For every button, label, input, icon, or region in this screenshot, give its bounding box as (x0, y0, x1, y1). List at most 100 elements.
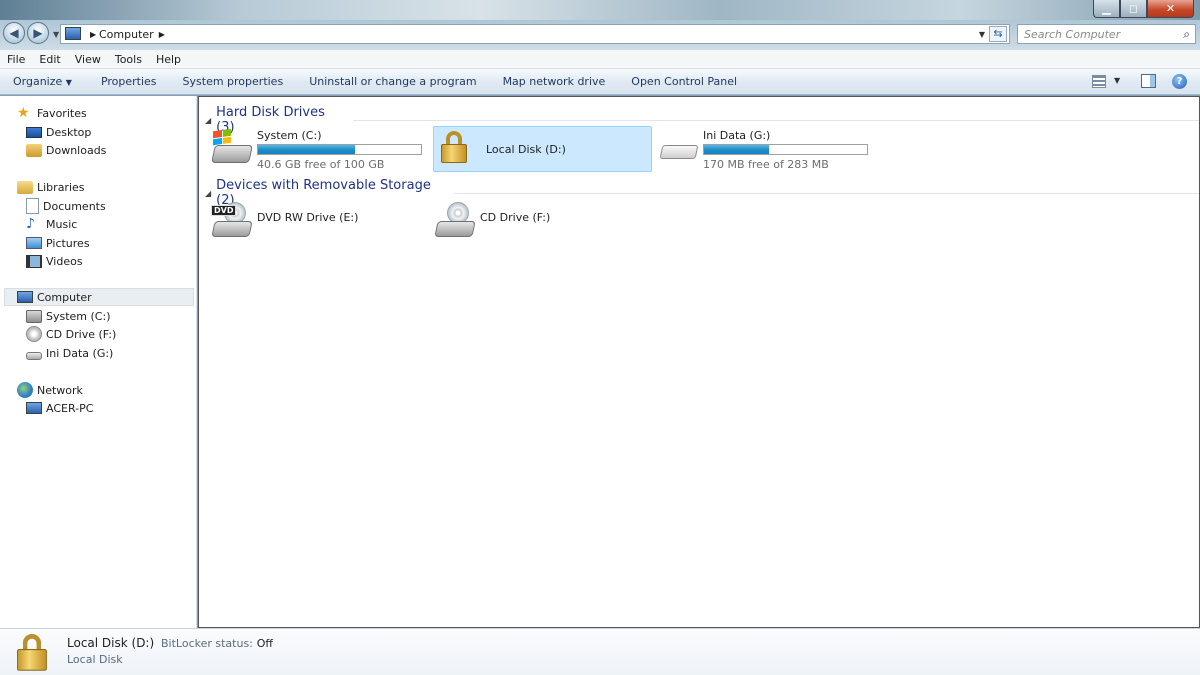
menu-tools[interactable]: Tools (108, 53, 149, 66)
drive-cd-f[interactable]: CD Drive (F:) (434, 201, 649, 245)
sidebar-item-music[interactable]: ♪ Music (26, 215, 77, 233)
sidebar-item-cd-drive-f[interactable]: CD Drive (F:) (26, 325, 116, 343)
lock-icon (17, 634, 47, 671)
minimize-icon: ▁ (1102, 2, 1111, 15)
drive-name: CD Drive (F:) (480, 211, 551, 224)
drive-name: Ini Data (G:) (703, 129, 771, 142)
sidebar-item-system-c[interactable]: System (C:) (26, 307, 111, 325)
back-button[interactable]: ◀ (3, 22, 25, 44)
sidebar-item-desktop[interactable]: Desktop (26, 123, 91, 141)
command-bar: Organize ▼ Properties System properties … (0, 69, 1200, 95)
sidebar-item-libraries[interactable]: Libraries (17, 178, 85, 196)
drive-free-space: 170 MB free of 283 MB (703, 158, 829, 171)
sidebar-label: Videos (46, 254, 83, 268)
pictures-icon (26, 237, 42, 249)
videos-icon (26, 254, 42, 268)
organize-button[interactable]: Organize ▼ (0, 75, 88, 88)
dvd-badge: DVD (211, 205, 237, 216)
preview-pane-icon[interactable] (1141, 74, 1156, 88)
minimize-button[interactable]: ▁ (1093, 0, 1120, 18)
back-arrow-icon: ◀ (9, 26, 19, 40)
cd-drive-icon (26, 326, 42, 342)
collapse-triangle-icon[interactable]: ◢ (205, 116, 211, 125)
breadcrumb-computer[interactable]: Computer (99, 28, 154, 41)
menu-edit[interactable]: Edit (32, 53, 67, 66)
downloads-icon (26, 143, 42, 157)
libraries-icon (17, 180, 33, 194)
search-input[interactable]: Search Computer ⌕ (1017, 24, 1196, 44)
window-titlebar[interactable]: ▁ ◻ ✕ ◀ ▶ ▼ ▶ Computer ▶ ▼ ⇆ Search Comp… (0, 0, 1200, 50)
system-properties-button[interactable]: System properties (170, 75, 297, 88)
address-bar[interactable]: ▼ ▶ Computer ▶ ▼ ⇆ (53, 24, 1010, 44)
sidebar-item-pictures[interactable]: Pictures (26, 234, 90, 252)
forward-button[interactable]: ▶ (27, 22, 49, 44)
hard-drive-icon (657, 127, 699, 167)
refresh-icon[interactable]: ⇆ (989, 26, 1007, 42)
computer-icon (26, 402, 42, 414)
windows-logo-icon (213, 128, 231, 146)
sidebar-item-acer-pc[interactable]: ACER-PC (26, 399, 93, 417)
computer-icon (65, 27, 81, 40)
drive-free-space: 40.6 GB free of 100 GB (257, 158, 385, 171)
uninstall-program-button[interactable]: Uninstall or change a program (296, 75, 489, 88)
sidebar-label: Libraries (37, 180, 85, 194)
recent-pages-dropdown-icon[interactable]: ▼ (53, 30, 59, 39)
close-icon: ✕ (1165, 2, 1176, 15)
help-icon[interactable]: ? (1172, 74, 1187, 89)
sidebar-label: Documents (43, 199, 106, 213)
sidebar-item-computer[interactable]: Computer (4, 288, 194, 306)
drive-local-disk-d[interactable]: Local Disk (D:) (433, 126, 652, 172)
sidebar-item-favorites[interactable]: ★ Favorites (17, 104, 87, 122)
menu-file[interactable]: File (0, 53, 32, 66)
search-icon[interactable]: ⌕ (1183, 27, 1190, 42)
details-bitlocker-value: Off (256, 637, 273, 650)
menu-help[interactable]: Help (149, 53, 188, 66)
details-bitlocker-label: BitLocker status: (160, 637, 253, 650)
sidebar-item-videos[interactable]: Videos (26, 252, 83, 270)
group-divider (353, 119, 1199, 121)
music-icon: ♪ (26, 216, 35, 232)
drive-body-shape (211, 145, 253, 163)
maximize-icon: ◻ (1128, 2, 1139, 15)
menu-view[interactable]: View (68, 53, 108, 66)
sidebar-item-network[interactable]: Network (17, 381, 83, 399)
desktop-icon (26, 126, 42, 138)
sidebar-label: ACER-PC (46, 401, 94, 415)
collapse-triangle-icon[interactable]: ◢ (205, 189, 211, 198)
close-button[interactable]: ✕ (1147, 0, 1194, 18)
sidebar-item-ini-data-g[interactable]: Ini Data (G:) (26, 344, 113, 362)
sidebar-item-downloads[interactable]: Downloads (26, 141, 106, 159)
sidebar-label: Network (37, 383, 83, 397)
forward-arrow-icon: ▶ (33, 26, 43, 40)
view-options-chevron-icon[interactable]: ▼ (1114, 76, 1120, 85)
drive-ini-data-g[interactable]: Ini Data (G:) 170 MB free of 283 MB (657, 127, 872, 171)
breadcrumb-separator-icon[interactable]: ▶ (90, 30, 96, 39)
sidebar-label: Favorites (37, 106, 87, 120)
breadcrumb-chevron-icon[interactable]: ▶ (159, 30, 165, 39)
sidebar-label: Computer (37, 290, 92, 304)
dvd-drive-icon: DVD (211, 201, 253, 241)
padlock-body (441, 144, 467, 163)
properties-button[interactable]: Properties (88, 75, 170, 88)
sidebar-label: Ini Data (G:) (46, 346, 114, 360)
drive-name: Local Disk (D:) (486, 143, 566, 156)
star-icon: ★ (17, 105, 30, 121)
map-network-drive-button[interactable]: Map network drive (490, 75, 619, 88)
drive-usage-fill (258, 145, 355, 154)
computer-icon (17, 291, 33, 303)
drive-system-c[interactable]: System (C:) 40.6 GB free of 100 GB (211, 127, 426, 171)
documents-icon (26, 198, 39, 214)
system-drive-icon (26, 309, 42, 323)
drive-dvd-rw-e[interactable]: DVD DVD RW Drive (E:) (211, 201, 426, 245)
menu-bar: File Edit View Tools Help (0, 50, 1200, 69)
titlebar-glass (0, 0, 1200, 20)
address-dropdown-icon[interactable]: ▼ (979, 30, 985, 39)
sidebar-label: System (C:) (46, 309, 111, 323)
maximize-button[interactable]: ◻ (1120, 0, 1147, 18)
open-control-panel-button[interactable]: Open Control Panel (618, 75, 750, 88)
drive-body-shape (211, 221, 253, 237)
details-title-row: Local Disk (D:) BitLocker status: Off (67, 636, 273, 650)
organize-label: Organize (13, 75, 63, 88)
change-view-icon[interactable] (1092, 75, 1106, 88)
sidebar-item-documents[interactable]: Documents (26, 197, 106, 215)
